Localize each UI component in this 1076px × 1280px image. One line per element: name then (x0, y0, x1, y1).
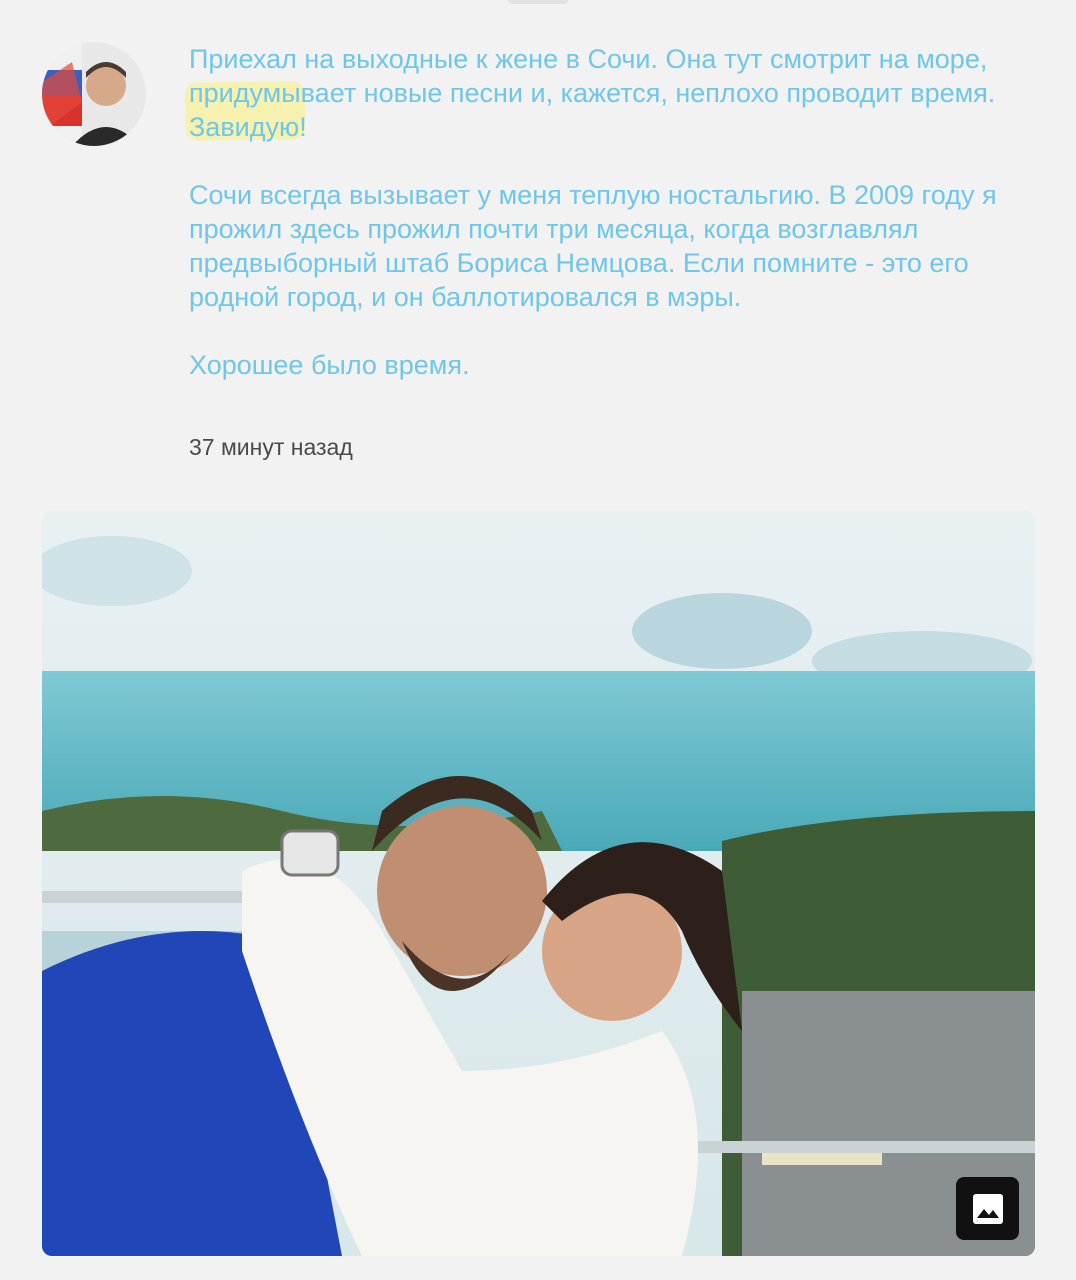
post-timestamp: 37 минут назад (189, 434, 353, 460)
drag-handle (508, 0, 568, 4)
post-body: Приехал на выходные к жене в Сочи. Она т… (189, 42, 1009, 382)
paragraph-1-text: Приехал на выходные к жене в Сочи. Она т… (189, 44, 988, 74)
paragraph-1-end: ! (299, 112, 307, 142)
photo-image (42, 511, 1035, 1256)
image-gallery-button[interactable] (956, 1177, 1019, 1240)
author-avatar[interactable] (42, 42, 146, 146)
post-paragraph-2: Сочи всегда вызывает у меня теплую носта… (189, 180, 997, 312)
avatar-icon (42, 42, 146, 146)
post-paragraph-3: Хорошее было время. (189, 350, 470, 380)
post-photo[interactable] (42, 511, 1035, 1256)
image-gallery-icon (972, 1193, 1003, 1224)
post-paragraph-1: Приехал на выходные к жене в Сочи. Она т… (189, 42, 1009, 144)
highlighted-text: придумывает новые песни и, кажется, непл… (189, 78, 996, 142)
